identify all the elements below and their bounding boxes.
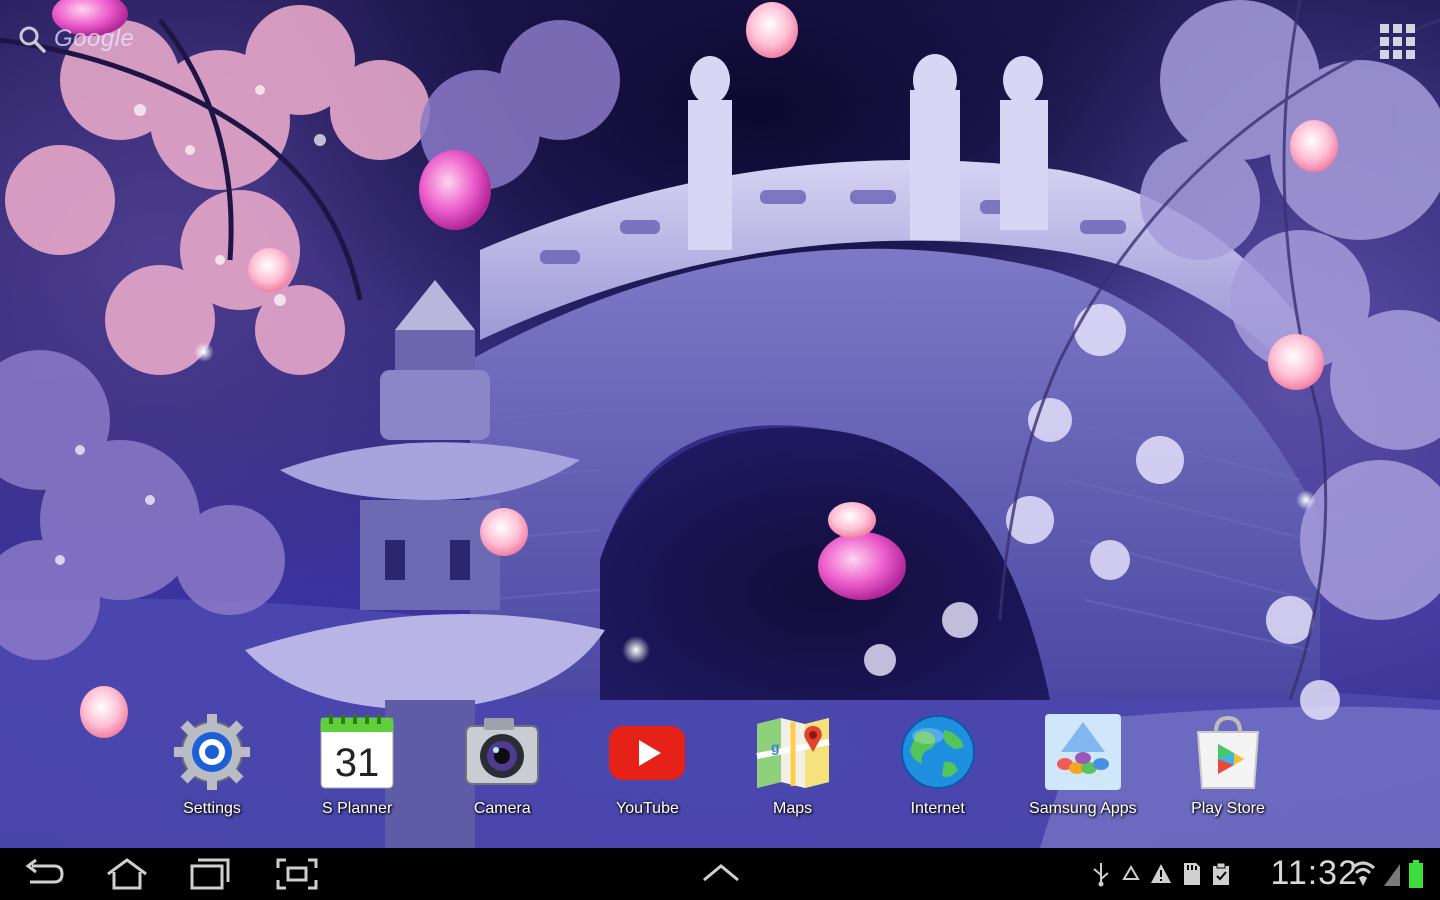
- samsung-apps-icon: [1044, 714, 1121, 790]
- youtube-icon: [609, 726, 686, 780]
- usb-icon: [1093, 863, 1109, 887]
- google-search-widget[interactable]: Google: [18, 22, 134, 56]
- sd-card-icon: [1184, 863, 1200, 885]
- home-icon[interactable]: [104, 856, 150, 892]
- recent-apps-icon[interactable]: [188, 856, 234, 892]
- apps-grid-icon[interactable]: [1378, 22, 1418, 62]
- calendar-date: 31: [335, 741, 380, 785]
- search-icon: [19, 26, 46, 53]
- back-icon[interactable]: [22, 856, 68, 892]
- maps-icon: g: [755, 718, 830, 788]
- battery-icon: [1409, 860, 1423, 888]
- recycle-icon: [1122, 865, 1140, 880]
- app-internet[interactable]: Internet: [866, 712, 1010, 830]
- calendar-icon: 31: [320, 714, 394, 789]
- signal-icon: [1384, 864, 1400, 886]
- app-youtube[interactable]: YouTube: [575, 712, 719, 830]
- warning-icon: [1151, 864, 1171, 883]
- svg-text:g: g: [771, 739, 780, 755]
- clipboard-icon: [1213, 862, 1229, 885]
- play-store-icon: [1196, 715, 1260, 789]
- app-samsung-apps[interactable]: Samsung Apps: [1011, 712, 1155, 830]
- app-settings[interactable]: Settings: [140, 712, 284, 830]
- wifi-icon: [1350, 861, 1376, 886]
- status-icons[interactable]: [1350, 858, 1424, 890]
- clock[interactable]: 11:32: [1270, 854, 1358, 893]
- camera-icon: [465, 718, 540, 785]
- app-dock: Settings 31 S Planner Camera YouTube g M…: [140, 712, 1300, 830]
- search-label: Google: [54, 25, 135, 52]
- app-s-planner[interactable]: 31 S Planner: [285, 712, 429, 830]
- app-camera[interactable]: Camera: [430, 712, 574, 830]
- system-bar: 11:32: [0, 848, 1440, 900]
- globe-icon: [900, 715, 975, 789]
- notification-tray[interactable]: [1090, 860, 1232, 888]
- settings-icon: [174, 714, 250, 790]
- up-chevron-icon[interactable]: [698, 856, 744, 892]
- app-maps[interactable]: g Maps: [721, 712, 865, 830]
- app-play-store[interactable]: Play Store: [1156, 712, 1300, 830]
- screenshot-icon[interactable]: [274, 856, 320, 892]
